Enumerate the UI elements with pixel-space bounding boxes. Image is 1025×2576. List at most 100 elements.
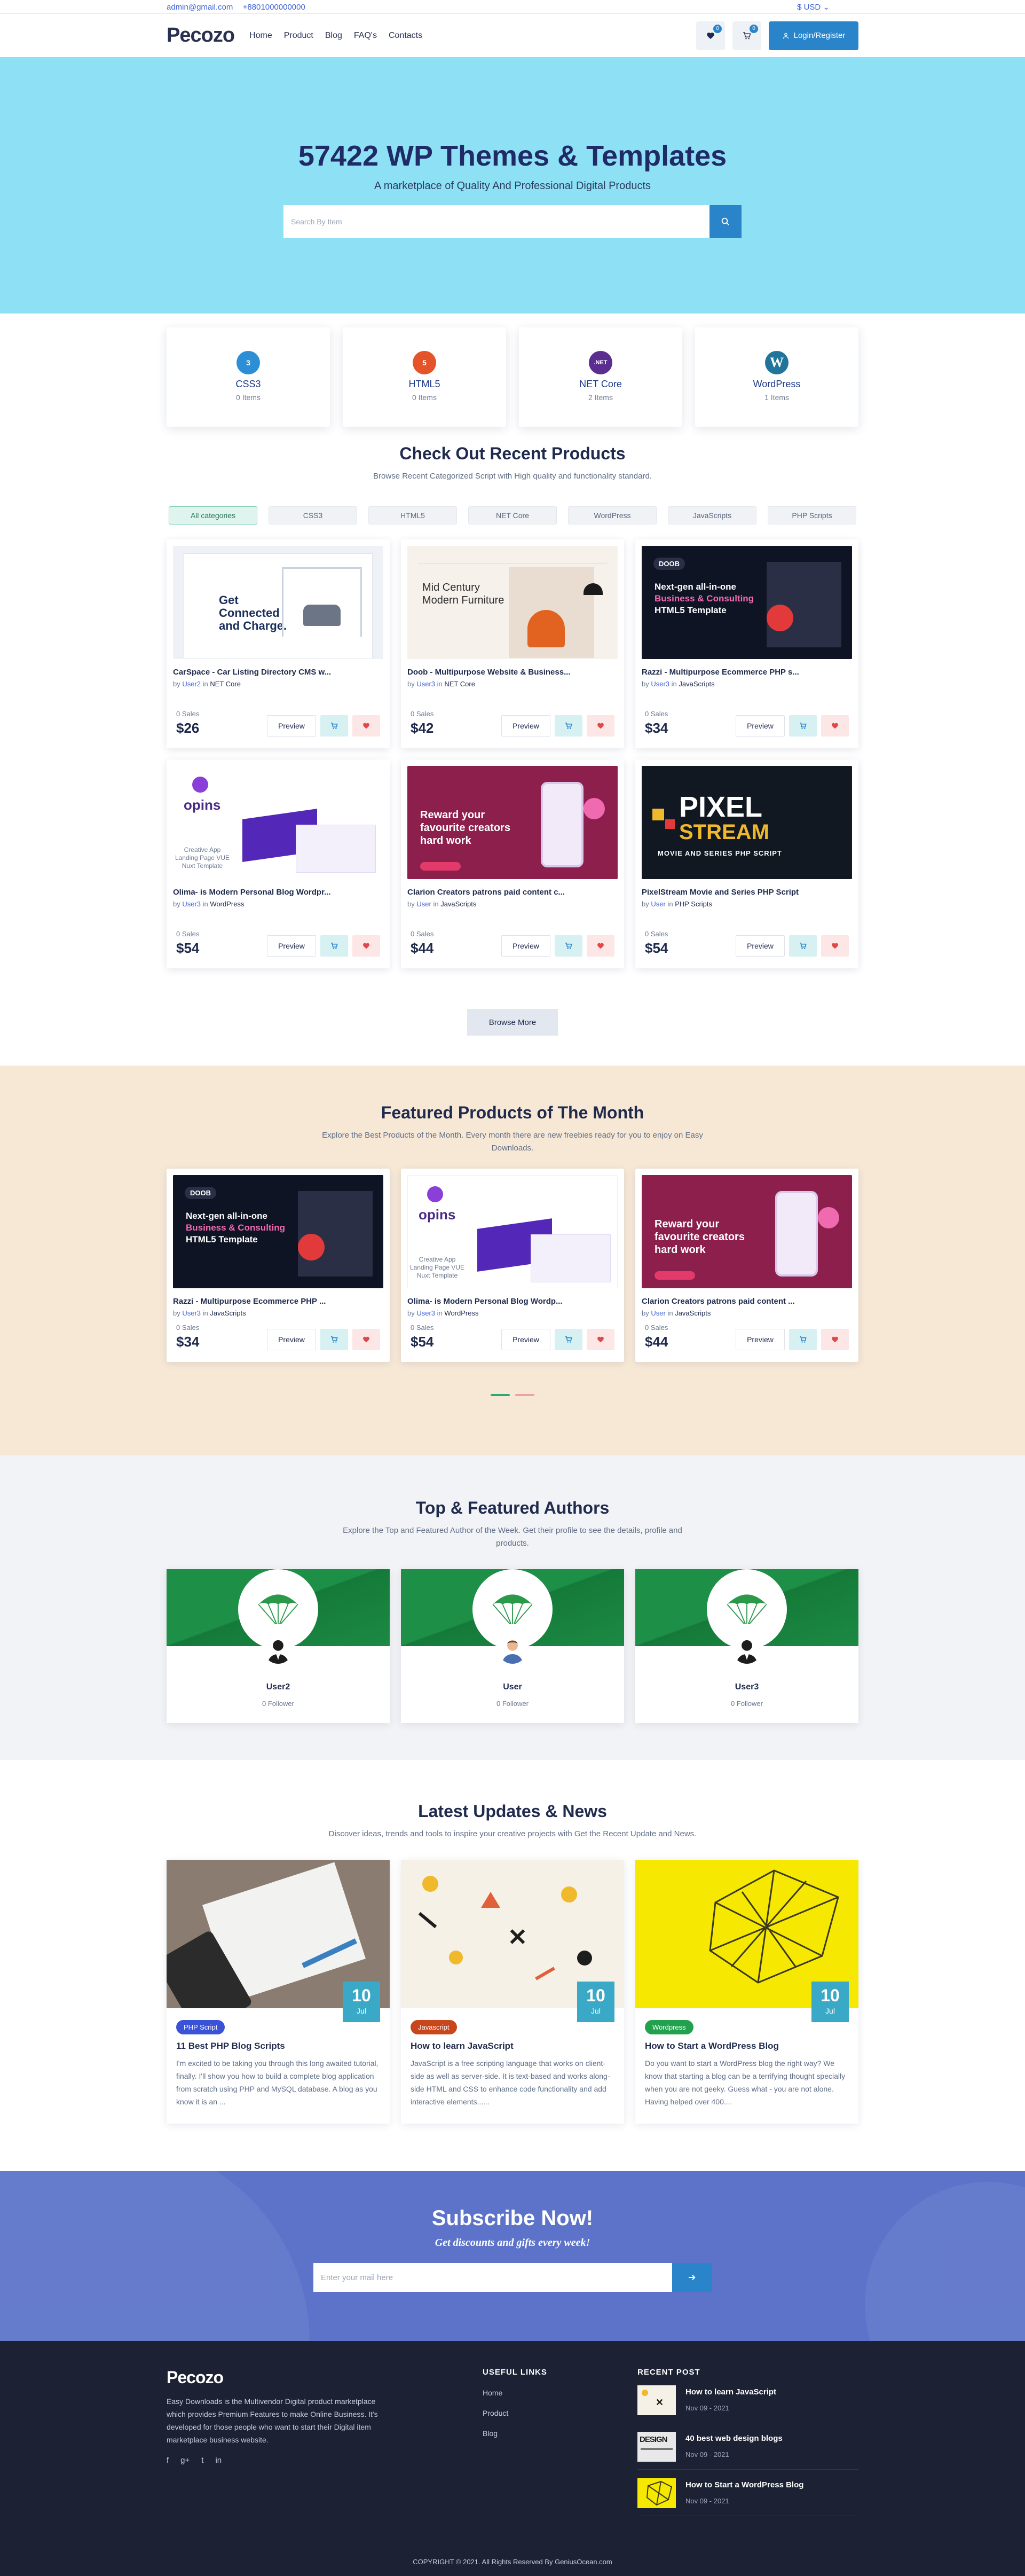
author-link[interactable]: User3 — [182, 900, 201, 908]
product-card[interactable]: Mid Century Modern Furniture Doob - Mult… — [401, 539, 624, 748]
filter-php-scripts[interactable]: PHP Scripts — [768, 506, 856, 524]
preview-button[interactable]: Preview — [501, 1329, 550, 1350]
search-input[interactable]: Search By Item — [283, 205, 709, 238]
cart-button[interactable]: 0 — [732, 21, 761, 50]
wishlist-button[interactable] — [352, 935, 380, 957]
recent-post-title[interactable]: 40 best web design blogs — [685, 2434, 783, 2443]
product-card[interactable]: PIXEL STREAM MOVIE AND SERIES PHP SCRIPT… — [635, 760, 858, 968]
email-link[interactable]: admin@gmail.com — [167, 3, 233, 12]
category-link[interactable]: NET Core — [210, 680, 241, 688]
product-title[interactable]: Razzi - Multipurpose Ecommerce PHP ... — [173, 1297, 383, 1306]
author-card[interactable]: User 0 Follower — [401, 1569, 624, 1723]
footer-link-product[interactable]: Product — [483, 2409, 637, 2417]
author-card[interactable]: User2 0 Follower — [167, 1569, 390, 1723]
category-card-wordpress[interactable]: W WordPress 1 Items — [695, 327, 858, 427]
wishlist-button[interactable] — [352, 1329, 380, 1350]
category-link[interactable]: NET Core — [444, 680, 475, 688]
login-register-button[interactable]: Login/Register — [769, 21, 858, 50]
preview-button[interactable]: Preview — [267, 1329, 316, 1350]
product-title[interactable]: Clarion Creators patrons paid content ..… — [642, 1297, 852, 1306]
recent-post-item[interactable]: ✕ How to learn JavaScript Nov 09 - 2021 — [637, 2385, 858, 2423]
wishlist-button[interactable] — [821, 935, 849, 957]
nav-product[interactable]: Product — [284, 31, 313, 41]
category-link[interactable]: JavaScripts — [210, 1309, 246, 1317]
news-card[interactable]: 10 Jul PHP Script 11 Best PHP Blog Script… — [167, 1860, 390, 2124]
news-title[interactable]: How to Start a WordPress Blog — [645, 2041, 849, 2052]
category-link[interactable]: JavaScripts — [440, 900, 476, 908]
preview-button[interactable]: Preview — [501, 715, 550, 737]
author-link[interactable]: User3 — [416, 1309, 435, 1317]
nav-contacts[interactable]: Contacts — [389, 31, 422, 41]
preview-button[interactable]: Preview — [501, 935, 550, 957]
phone-link[interactable]: +8801000000000 — [243, 3, 305, 12]
product-thumbnail[interactable]: opins Creative App Landing Page VUE Nuxt… — [407, 1175, 618, 1288]
product-card[interactable]: Reward your favourite creators hard work… — [401, 760, 624, 968]
author-link[interactable]: User2 — [182, 680, 201, 688]
footer-logo[interactable]: Pecozo — [167, 2368, 483, 2387]
add-to-cart-button[interactable] — [789, 1329, 817, 1350]
news-card[interactable]: ✕ 10 Jul Javascript How to learn JavaScri… — [401, 1860, 624, 2124]
product-thumbnail[interactable]: Reward your favourite creators hard work — [642, 1175, 852, 1288]
browse-more-button[interactable]: Browse More — [467, 1009, 558, 1036]
product-card[interactable]: DOOB Next-gen all-in-one Business & Cons… — [635, 539, 858, 748]
nav-blog[interactable]: Blog — [325, 31, 342, 41]
nav-faqs[interactable]: FAQ's — [354, 31, 377, 41]
carousel-dot-1[interactable] — [491, 1394, 510, 1396]
add-to-cart-button[interactable] — [555, 1329, 582, 1350]
add-to-cart-button[interactable] — [789, 715, 817, 737]
add-to-cart-button[interactable] — [320, 715, 348, 737]
add-to-cart-button[interactable] — [555, 715, 582, 737]
footer-link-home[interactable]: Home — [483, 2389, 637, 2397]
news-title[interactable]: How to learn JavaScript — [411, 2041, 614, 2052]
author-name[interactable]: User — [401, 1682, 624, 1692]
author-link[interactable]: User — [416, 900, 431, 908]
google-plus-icon[interactable]: g+ — [180, 2456, 190, 2465]
author-link[interactable]: User — [651, 900, 665, 908]
product-thumbnail[interactable]: opins Creative App Landing Page VUE Nuxt… — [173, 766, 383, 879]
filter-net-core[interactable]: NET Core — [468, 506, 557, 524]
author-name[interactable]: User3 — [635, 1682, 858, 1692]
author-link[interactable]: User — [651, 1309, 665, 1317]
news-tag[interactable]: PHP Script — [176, 2020, 225, 2034]
product-card[interactable]: opins Creative App Landing Page VUE Nuxt… — [167, 760, 390, 968]
filter-all-categories[interactable]: All categories — [169, 506, 257, 524]
filter-css3[interactable]: CSS3 — [269, 506, 357, 524]
product-card[interactable]: DOOB Next-gen all-in-one Business & Cons… — [167, 1169, 390, 1362]
product-title[interactable]: Olima- is Modern Personal Blog Wordpr... — [173, 888, 383, 897]
news-title[interactable]: 11 Best PHP Blog Scripts — [176, 2041, 380, 2052]
category-link[interactable]: WordPress — [444, 1309, 478, 1317]
recent-post-title[interactable]: How to learn JavaScript — [685, 2387, 776, 2397]
author-link[interactable]: User3 — [651, 680, 669, 688]
product-title[interactable]: Olima- is Modern Personal Blog Wordp... — [407, 1297, 618, 1306]
filter-javascripts[interactable]: JavaScripts — [668, 506, 756, 524]
product-thumbnail[interactable]: PIXEL STREAM MOVIE AND SERIES PHP SCRIPT — [642, 766, 852, 879]
preview-button[interactable]: Preview — [267, 715, 316, 737]
category-link[interactable]: PHP Scripts — [675, 900, 712, 908]
facebook-icon[interactable]: f — [167, 2456, 169, 2465]
category-card-net-core[interactable]: .NET NET Core 2 Items — [519, 327, 682, 427]
recent-post-item[interactable]: DESIGN 40 best web design blogs Nov 09 - … — [637, 2432, 858, 2470]
product-title[interactable]: Razzi - Multipurpose Ecommerce PHP s... — [642, 668, 852, 677]
product-card[interactable]: Reward your favourite creators hard work… — [635, 1169, 858, 1362]
product-thumbnail[interactable]: Reward your favourite creators hard work — [407, 766, 618, 879]
preview-button[interactable]: Preview — [267, 935, 316, 957]
filter-html5[interactable]: HTML5 — [368, 506, 457, 524]
wishlist-button[interactable]: 0 — [696, 21, 725, 50]
news-card[interactable]: 10 Jul Wordpress How to Start a WordPress… — [635, 1860, 858, 2124]
news-tag[interactable]: Javascript — [411, 2020, 457, 2034]
author-name[interactable]: User2 — [167, 1682, 390, 1692]
wishlist-button[interactable] — [587, 715, 614, 737]
nav-home[interactable]: Home — [249, 31, 272, 41]
author-card[interactable]: User3 0 Follower — [635, 1569, 858, 1723]
product-card[interactable]: opins Creative App Landing Page VUE Nuxt… — [401, 1169, 624, 1362]
product-title[interactable]: Clarion Creators patrons paid content c.… — [407, 888, 618, 897]
recent-post-item[interactable]: How to Start a WordPress Blog Nov 09 - 20… — [637, 2478, 858, 2516]
category-link[interactable]: WordPress — [210, 900, 244, 908]
author-link[interactable]: User3 — [416, 680, 435, 688]
add-to-cart-button[interactable] — [555, 935, 582, 957]
product-thumbnail[interactable]: DOOB Next-gen all-in-one Business & Cons… — [642, 546, 852, 659]
author-link[interactable]: User3 — [182, 1309, 201, 1317]
category-link[interactable]: JavaScripts — [675, 1309, 711, 1317]
wishlist-button[interactable] — [352, 715, 380, 737]
wishlist-button[interactable] — [587, 1329, 614, 1350]
